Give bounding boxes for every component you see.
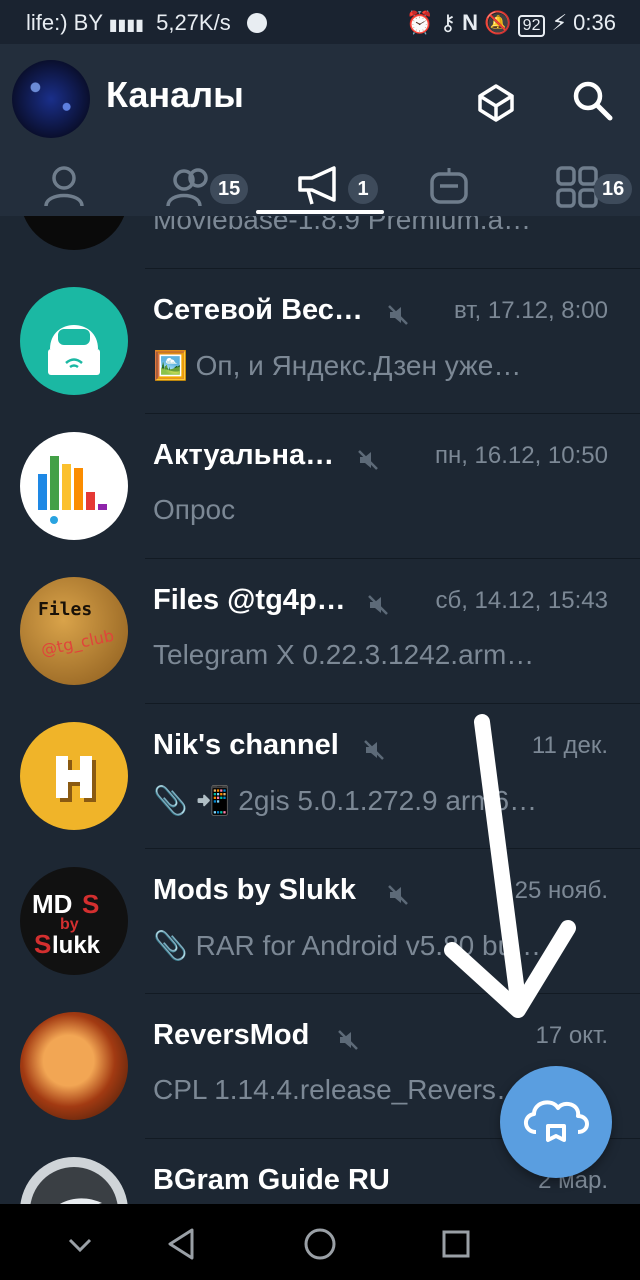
status-right: ⏰ ⚷ N 🔕 92 ⚡ 0:36 (406, 10, 616, 37)
status-bar: life:) BY ▮▮▮▮ 5,27K/s ⏰ ⚷ N 🔕 92 ⚡ 0:36 (0, 0, 640, 44)
bot-icon (430, 168, 468, 204)
gift-icon[interactable] (472, 76, 520, 124)
avatar (20, 432, 128, 540)
svg-text:by: by (60, 916, 79, 933)
tab-bots[interactable] (426, 162, 486, 214)
app-bar: Каналы (0, 44, 640, 156)
back-icon[interactable] (164, 1226, 200, 1262)
mute-icon (388, 305, 408, 325)
collapse-icon[interactable] (62, 1226, 98, 1262)
page-title: Каналы (106, 74, 244, 115)
search-icon[interactable] (568, 76, 616, 124)
key-icon: ⚷ (439, 10, 456, 35)
avatar: MD S by S lukk (20, 867, 128, 975)
mute-icon (358, 450, 378, 470)
battery-icon: 92 (517, 15, 546, 37)
recents-icon[interactable] (438, 1226, 474, 1262)
svg-text:MD: MD (32, 889, 72, 919)
tab-badge: 16 (594, 174, 633, 204)
svg-text:S: S (34, 929, 51, 959)
active-tab-indicator (256, 210, 384, 214)
vpn-icon (246, 13, 267, 33)
chat-name: BGram Guide RU (153, 1164, 390, 1196)
svg-text:S: S (82, 889, 99, 919)
cloud-download-icon (524, 1100, 589, 1142)
chat-date: пн, 16.12, 10:50 (434, 442, 608, 469)
chat-name: Актуальна… (153, 439, 335, 471)
chat-date: 17 окт. (535, 1022, 608, 1049)
clock: 0:36 (573, 10, 616, 35)
carrier-label: life:) BY (26, 10, 103, 35)
mute-icon (388, 885, 408, 905)
mute-icon (364, 740, 384, 760)
message-preview: Опрос (153, 494, 236, 525)
tab-groups[interactable]: 15 (166, 162, 256, 214)
mute-icon: 🔕 (484, 10, 512, 35)
list-item[interactable]: Moviebase-1.8.9 Premium.a… (0, 216, 640, 269)
battery-level: 92 (522, 17, 541, 34)
svg-text:Files: Files (38, 599, 92, 620)
megaphone-icon (298, 166, 336, 205)
chat-name: ReversMod (153, 1019, 310, 1051)
chat-date: вт, 17.12, 8:00 (454, 297, 608, 324)
message-preview: 📎 RAR for Android v5.80 bu… (153, 930, 542, 961)
hacker-logo-icon (48, 325, 100, 375)
tab-personal[interactable] (40, 162, 100, 214)
svg-text:@tg_club: @tg_club (39, 626, 116, 661)
home-icon[interactable] (302, 1226, 338, 1262)
chat-date: сб, 14.12, 15:43 (435, 587, 608, 614)
charging-icon: ⚡ (551, 10, 568, 35)
list-item[interactable]: Nik's channel 11 дек. 📎 📲 2gis 5.0.1.272… (0, 704, 640, 849)
chat-date: 11 дек. (531, 732, 608, 759)
list-item[interactable]: Актуальна… пн, 16.12, 10:50 Опрос (0, 414, 640, 559)
svg-text:lukk: lukk (52, 932, 101, 959)
status-left: life:) BY ▮▮▮▮ 5,27K/s (26, 10, 267, 36)
avatar (20, 1157, 128, 1204)
list-item[interactable]: Сетевой Вес… вт, 17.12, 8:00 🖼️ Оп, и Ян… (0, 269, 640, 414)
message-preview: Telegram X 0.22.3.1242.arm… (153, 639, 535, 670)
chat-name: Files @tg4p… (153, 584, 346, 616)
mute-icon (368, 595, 388, 615)
chat-name: Сетевой Вес… (153, 294, 363, 326)
avatar: Files @tg_club (20, 577, 128, 685)
avatar (20, 1012, 128, 1120)
list-item[interactable]: MD S by S lukk Mods by Slukk 25 нояб. 📎 … (0, 849, 640, 994)
network-speed: 5,27K/s (156, 10, 231, 35)
group-icon (166, 168, 208, 207)
nfc-icon: N (462, 10, 479, 35)
cloud-download-button[interactable] (500, 1066, 612, 1178)
tab-badge: 1 (348, 174, 378, 204)
letter-h-logo-icon (56, 756, 96, 802)
message-preview: 🖼️ Оп, и Яндекс.Дзен уже… (153, 350, 522, 381)
list-item[interactable]: Files @tg_club Files @tg4p… сб, 14.12, 1… (0, 559, 640, 704)
chat-list: Moviebase-1.8.9 Premium.a… Сетевой Вес… … (0, 216, 640, 1204)
alarm-icon: ⏰ (406, 10, 434, 35)
folder-tabs: 15 1 16 (0, 156, 640, 216)
system-nav-bar (0, 1204, 640, 1280)
chat-date: 25 нояб. (514, 877, 608, 904)
signal-icon: ▮▮▮▮ (108, 17, 144, 34)
tab-badge: 15 (210, 174, 249, 204)
tab-all[interactable]: 16 (556, 162, 640, 214)
mods-logo-icon: MD S by S lukk (32, 889, 101, 959)
chat-name: Mods by Slukk (153, 874, 357, 906)
message-preview: Moviebase-1.8.9 Premium.a… (153, 216, 532, 235)
chat-name: Nik's channel (153, 729, 339, 761)
avatar (20, 722, 128, 830)
bar-chart-logo-icon (38, 456, 107, 524)
mute-icon (338, 1030, 358, 1050)
avatar (20, 287, 128, 395)
profile-avatar[interactable] (12, 60, 90, 138)
bird-logo-icon (30, 1167, 118, 1204)
tab-channels[interactable]: 1 (296, 162, 386, 214)
message-preview: 📎 📲 2gis 5.0.1.272.9 arm6… (153, 785, 538, 816)
person-icon (44, 166, 84, 207)
avatar (20, 216, 128, 250)
files-logo-icon: Files @tg_club (38, 599, 116, 661)
